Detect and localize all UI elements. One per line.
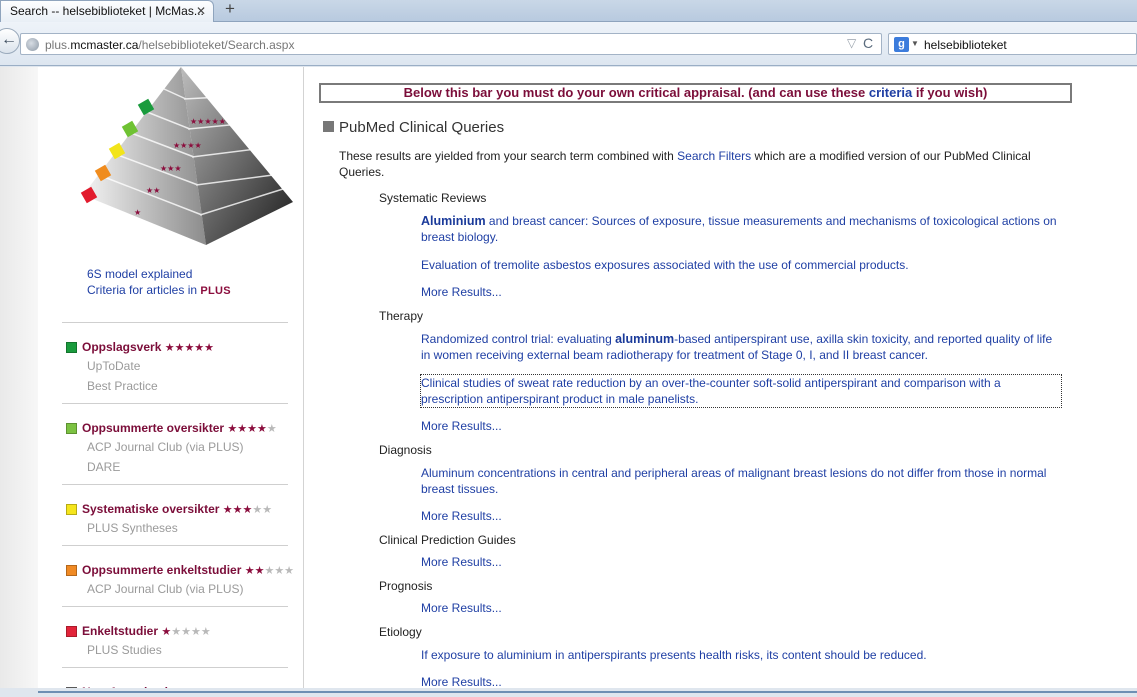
plus-logo: PLUS: [200, 285, 231, 297]
star-rating: ★★★★★: [223, 504, 272, 516]
group-etiology: Etiology: [379, 625, 422, 639]
stars-empty: ★★: [252, 504, 273, 516]
reload-icon[interactable]: C: [863, 35, 873, 51]
category-title[interactable]: Oppslagsverk: [82, 340, 161, 354]
more-results-link[interactable]: More Results...: [421, 601, 502, 615]
stars-empty: ★★★★: [171, 626, 211, 638]
level-square-icon: [66, 423, 77, 434]
result-link[interactable]: If exposure to aluminium in antiperspira…: [421, 647, 1061, 663]
page-margin: [0, 67, 38, 697]
group-therapy: Therapy: [379, 309, 424, 323]
globe-icon: [26, 38, 39, 51]
svg-text:★★★★★: ★★★★★: [190, 117, 226, 126]
bullet-square-icon: [323, 121, 334, 132]
result-link[interactable]: Randomized control trial: evaluating alu…: [421, 331, 1061, 363]
more-results-link[interactable]: More Results...: [421, 509, 502, 523]
more-results-link[interactable]: More Results...: [421, 285, 502, 299]
svg-text:★: ★: [134, 208, 141, 217]
category-heading[interactable]: Oppsummerte enkeltstudier ★★★★★: [62, 563, 294, 579]
category-source: DARE: [87, 460, 121, 474]
result-link[interactable]: Evaluation of tremolite asbestos exposur…: [421, 257, 1061, 273]
intro-text: These results are yielded from your sear…: [339, 149, 1031, 179]
level-square-icon: [66, 504, 77, 515]
result-link[interactable]: Aluminium and breast cancer: Sources of …: [421, 213, 1061, 245]
category-title[interactable]: Oppsummerte oversikter: [82, 421, 224, 435]
sidebar-category: Enkeltstudier ★★★★★ PLUS Studies: [62, 606, 288, 660]
svg-text:★★: ★★: [146, 186, 160, 195]
level-square-icon: [66, 565, 77, 576]
star-rating: ★★★★★: [165, 342, 214, 354]
category-heading[interactable]: Oppslagsverk ★★★★★: [62, 340, 288, 356]
stars-filled: ★★★: [222, 504, 253, 516]
tab-title: Search -- helsebiblioteket | McMas...: [10, 4, 204, 18]
stars-filled: ★★★★: [227, 423, 267, 435]
more-results-link[interactable]: More Results...: [421, 555, 502, 569]
google-icon[interactable]: g: [894, 37, 909, 52]
star-rating: ★★★★★: [161, 626, 210, 638]
category-source: ACP Journal Club (via PLUS): [87, 440, 244, 454]
level-square-icon: [66, 626, 77, 637]
search-bar[interactable]: g ▼ helsebiblioteket: [888, 33, 1137, 55]
group-systematic-reviews: Systematic Reviews: [379, 191, 487, 205]
page-viewport: ★★★★★ ★★★★ ★★★ ★★ ★ 6S model explained C…: [0, 67, 1137, 697]
more-results-link[interactable]: More Results...: [421, 675, 502, 689]
main-content: Below this bar you must do your own crit…: [305, 67, 1137, 697]
category-source: PLUS Syntheses: [87, 521, 178, 535]
6s-pyramid-icon: ★★★★★ ★★★★ ★★★ ★★ ★: [80, 67, 293, 245]
category-source: Best Practice: [87, 379, 158, 393]
group-diagnosis: Diagnosis: [379, 443, 432, 457]
url-text: plus.mcmaster.ca/helsebiblioteket/Search…: [45, 38, 295, 52]
horizontal-scrollbar[interactable]: [0, 688, 1137, 697]
appraisal-banner: Below this bar you must do your own crit…: [319, 83, 1072, 103]
criteria-banner-link[interactable]: criteria: [869, 85, 912, 100]
stars-filled: ★: [161, 626, 172, 638]
stars-empty: ★★★: [264, 565, 295, 577]
close-icon[interactable]: ✕: [193, 3, 209, 19]
stars-filled: ★★★★★: [164, 342, 215, 354]
category-source: UpToDate: [87, 359, 141, 373]
star-rating: ★★★★★: [227, 423, 276, 435]
more-results-link[interactable]: More Results...: [421, 419, 502, 433]
browser-tab-active[interactable]: Search -- helsebiblioteket | McMas... ✕: [0, 0, 214, 22]
category-heading[interactable]: Systematiske oversikter ★★★★★: [62, 502, 288, 518]
category-title[interactable]: Enkeltstudier: [82, 624, 158, 638]
level-square-icon: [66, 342, 77, 353]
star-rating: ★★★★★: [245, 565, 294, 577]
svg-text:★★★: ★★★: [160, 164, 182, 173]
sidebar-links: 6S model explained Criteria for articles…: [87, 266, 231, 299]
result-link-focused[interactable]: Clinical studies of sweat rate reduction…: [420, 374, 1062, 408]
result-link[interactable]: Aluminum concentrations in central and p…: [421, 465, 1061, 497]
section-title: PubMed Clinical Queries: [323, 119, 504, 136]
tab-bar: Search -- helsebiblioteket | McMas... ✕ …: [0, 0, 1137, 22]
sidebar-category: Systematiske oversikter ★★★★★ PLUS Synthe…: [62, 484, 288, 538]
back-button[interactable]: ←: [0, 28, 20, 54]
search-filters-link[interactable]: Search Filters: [677, 149, 751, 163]
category-heading[interactable]: Oppsummerte oversikter ★★★★★: [62, 421, 288, 437]
new-tab-icon[interactable]: +: [220, 0, 240, 20]
svg-text:★★★★: ★★★★: [173, 141, 202, 150]
back-arrow-icon: ←: [1, 31, 17, 48]
sidebar-category: Oppsummerte oversikter ★★★★★ ACP Journal …: [62, 403, 288, 477]
bookmark-star-icon[interactable]: ▽: [847, 36, 856, 50]
group-clinical-prediction-guides: Clinical Prediction Guides: [379, 533, 516, 547]
sidebar-category: Oppslagsverk ★★★★★ UpToDate Best Practice: [62, 322, 288, 396]
search-input[interactable]: helsebiblioteket: [924, 38, 1007, 52]
group-prognosis: Prognosis: [379, 579, 433, 593]
6s-model-link[interactable]: 6S model explained: [87, 266, 231, 282]
sidebar-category: Oppsummerte enkeltstudier ★★★★★ ACP Journ…: [62, 545, 294, 599]
category-source: PLUS Studies: [87, 643, 162, 657]
category-heading[interactable]: Enkeltstudier ★★★★★: [62, 624, 288, 640]
category-source: ACP Journal Club (via PLUS): [87, 582, 244, 596]
category-title[interactable]: Systematiske oversikter: [82, 502, 219, 516]
category-title[interactable]: Oppsummerte enkeltstudier: [82, 563, 241, 577]
stars-filled: ★★: [244, 565, 265, 577]
stars-empty: ★: [266, 423, 277, 435]
sidebar: ★★★★★ ★★★★ ★★★ ★★ ★ 6S model explained C…: [38, 67, 304, 697]
criteria-link[interactable]: Criteria for articles in PLUS: [87, 282, 231, 299]
chevron-down-icon[interactable]: ▼: [911, 39, 919, 48]
navigation-toolbar: ← plus.mcmaster.ca/helsebiblioteket/Sear…: [0, 22, 1137, 66]
address-bar[interactable]: plus.mcmaster.ca/helsebiblioteket/Search…: [20, 33, 882, 55]
